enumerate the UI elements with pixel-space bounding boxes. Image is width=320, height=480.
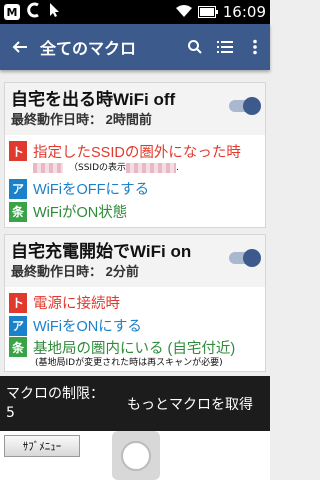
- macro-last-run: 最終動作日時： 2分前: [11, 264, 139, 279]
- overflow-menu-button[interactable]: [240, 24, 270, 70]
- condition-row[interactable]: 条 WiFiがON状態: [9, 200, 261, 223]
- home-button[interactable]: [112, 431, 160, 480]
- clock: 16:09: [222, 3, 266, 21]
- navigation-bar: ｻﾌﾞﾒﾆｭｰ: [0, 431, 270, 480]
- macro-card[interactable]: 自宅充電開始でWiFi on 最終動作日時： 2分前 ト 電源に接続時 ア Wi…: [4, 234, 266, 372]
- trigger-badge: ト: [9, 141, 27, 161]
- macro-name: 自宅充電開始でWiFi on: [11, 242, 192, 261]
- action-row[interactable]: ア WiFiをONにする: [9, 314, 261, 337]
- status-bar: M 16:09: [0, 0, 270, 24]
- macro-list[interactable]: 自宅を出る時WiFi off 最終動作日時： 2時間前 ト 指定したSSIDの圏…: [0, 70, 270, 376]
- macro-limit-label: マクロの制限： 5: [6, 385, 104, 421]
- action-row[interactable]: ア WiFiをOFFにする: [9, 177, 261, 200]
- trigger-row[interactable]: ト 指定したSSIDの圏外になった時 （SSIDの表示.: [9, 139, 261, 177]
- trigger-badge: ト: [9, 292, 27, 313]
- macro-enable-toggle[interactable]: [229, 97, 261, 115]
- condition-badge: 条: [9, 201, 27, 222]
- more-vert-icon: [253, 39, 257, 55]
- trigger-note: （SSIDの表示.: [69, 162, 179, 173]
- page-title: 全てのマクロ: [40, 39, 137, 58]
- m-icon: M: [4, 4, 20, 20]
- wifi-icon: [175, 3, 193, 22]
- home-circle-icon: [121, 440, 151, 471]
- search-icon: [188, 40, 202, 54]
- bottom-bar: マクロの制限： 5 もっとマクロを取得: [0, 376, 270, 431]
- condition-note: (基地局IDが変更された時は再スキャンが必要): [35, 358, 223, 368]
- condition-badge: 条: [9, 337, 27, 357]
- condition-row[interactable]: 条 基地局の圏内にいる (自宅付近) (基地局IDが変更された時は再スキャンが必…: [9, 337, 261, 368]
- redacted-blur: [33, 163, 63, 173]
- list-icon: [217, 41, 233, 53]
- trigger-text: 電源に接続時: [33, 296, 120, 312]
- trigger-text: 指定したSSIDの圏外になった時: [33, 145, 241, 161]
- back-button[interactable]: [0, 39, 40, 55]
- trigger-row[interactable]: ト 電源に接続時: [9, 291, 261, 314]
- action-text: WiFiをOFFにする: [33, 182, 150, 198]
- battery-icon: [197, 3, 218, 22]
- macro-card[interactable]: 自宅を出る時WiFi off 最終動作日時： 2時間前 ト 指定したSSIDの圏…: [4, 82, 266, 228]
- cursor-icon: [48, 2, 62, 22]
- search-button[interactable]: [180, 24, 210, 70]
- action-badge: ア: [9, 315, 27, 336]
- action-text: WiFiをONにする: [33, 319, 142, 335]
- list-view-button[interactable]: [210, 24, 240, 70]
- action-badge: ア: [9, 178, 27, 199]
- macro-enable-toggle[interactable]: [229, 249, 261, 267]
- get-more-macros-button[interactable]: もっとマクロを取得: [110, 394, 270, 414]
- c-icon: [26, 2, 42, 22]
- back-arrow-icon: [12, 41, 27, 53]
- redacted-blur: [126, 162, 177, 173]
- submenu-button[interactable]: ｻﾌﾞﾒﾆｭｰ: [4, 435, 80, 457]
- macro-name: 自宅を出る時WiFi off: [11, 90, 176, 109]
- app-bar: 全てのマクロ: [0, 24, 270, 70]
- condition-text: WiFiがON状態: [33, 205, 128, 221]
- macro-last-run: 最終動作日時： 2時間前: [11, 112, 152, 127]
